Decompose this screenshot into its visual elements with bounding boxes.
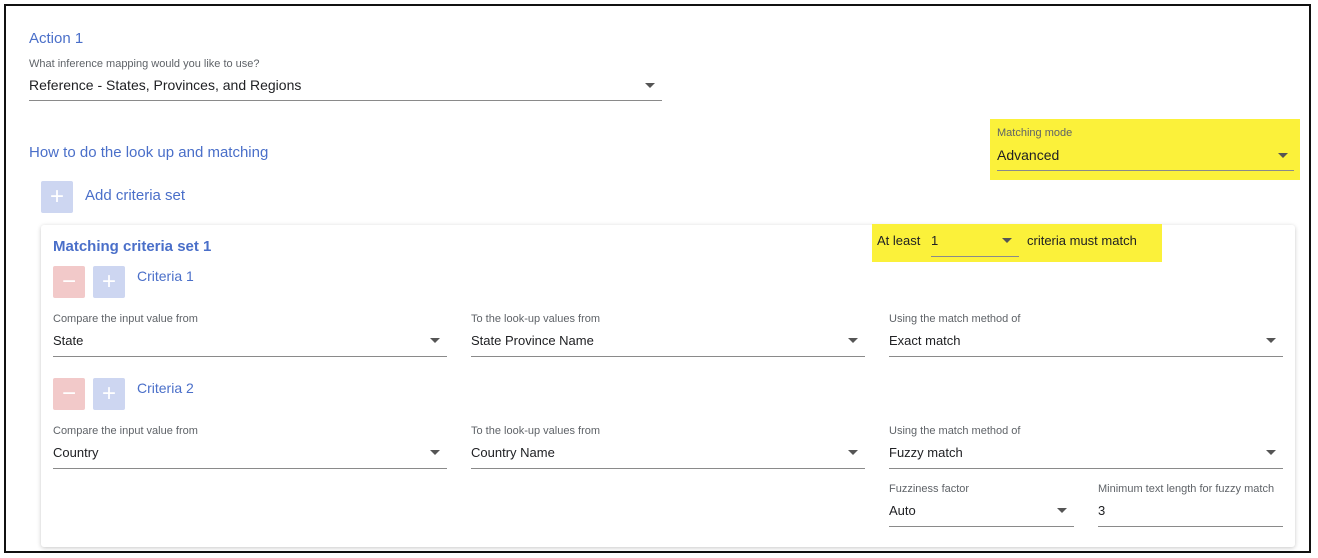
criteria-1-lookup-value: State Province Name <box>471 333 594 348</box>
add-criteria-set-button[interactable]: + <box>41 181 73 213</box>
dropdown-caret-icon <box>430 450 440 455</box>
criteria-1-title: Criteria 1 <box>137 268 194 284</box>
plus-icon: + <box>101 268 116 295</box>
add-criteria-2-button[interactable]: + <box>93 378 125 410</box>
dropdown-caret-icon <box>645 83 655 88</box>
matching-mode-value: Advanced <box>997 147 1060 163</box>
fuzziness-factor-value: Auto <box>889 503 916 518</box>
at-least-label: At least <box>877 233 921 248</box>
at-least-value: 1 <box>931 233 939 248</box>
criteria-1-input-label: Compare the input value from <box>53 313 198 325</box>
fuzziness-factor-select[interactable]: Fuzziness factor Auto <box>889 483 1074 527</box>
criteria-set-title: Matching criteria set 1 <box>53 238 212 255</box>
criteria-1-input-select[interactable]: Compare the input value from State <box>53 313 447 357</box>
min-text-length-value: 3 <box>1098 503 1106 518</box>
criteria-2-title: Criteria 2 <box>137 380 194 396</box>
criteria-2-input-value: Country <box>53 445 99 460</box>
dropdown-caret-icon <box>1266 450 1276 455</box>
criteria-2-lookup-label: To the look-up values from <box>471 425 601 437</box>
criteria-1-lookup-select[interactable]: To the look-up values from State Provinc… <box>471 313 865 357</box>
mapping-label: What inference mapping would you like to… <box>29 58 260 70</box>
min-text-length-label: Minimum text length for fuzzy match <box>1098 483 1275 495</box>
criteria-1-lookup-label: To the look-up values from <box>471 313 601 325</box>
dropdown-caret-icon <box>430 338 440 343</box>
matching-mode-select[interactable]: Matching mode Advanced <box>997 127 1294 171</box>
criteria-1-method-value: Exact match <box>889 333 961 348</box>
criteria-2-lookup-select[interactable]: To the look-up values from Country Name <box>471 425 865 469</box>
criteria-2-method-label: Using the match method of <box>889 425 1021 437</box>
add-criteria-1-button[interactable]: + <box>93 266 125 298</box>
remove-criteria-2-button[interactable]: − <box>53 378 85 410</box>
dropdown-caret-icon <box>1057 508 1067 513</box>
plus-icon: + <box>101 380 116 407</box>
remove-criteria-1-button[interactable]: − <box>53 266 85 298</box>
criteria-2-lookup-value: Country Name <box>471 445 555 460</box>
criteria-1-method-label: Using the match method of <box>889 313 1021 325</box>
action-title: Action 1 <box>29 30 84 47</box>
dropdown-caret-icon <box>1266 338 1276 343</box>
criteria-1-method-select[interactable]: Using the match method of Exact match <box>889 313 1283 357</box>
criteria-2-method-value: Fuzzy match <box>889 445 963 460</box>
min-text-length-field[interactable]: Minimum text length for fuzzy match 3 <box>1098 483 1283 527</box>
criteria-2-method-select[interactable]: Using the match method of Fuzzy match <box>889 425 1283 469</box>
dropdown-caret-icon <box>848 338 858 343</box>
fuzziness-factor-label: Fuzziness factor <box>889 483 970 495</box>
mapping-select[interactable]: Reference - States, Provinces, and Regio… <box>29 74 662 101</box>
must-match-label: criteria must match <box>1027 233 1137 248</box>
dropdown-caret-icon <box>848 450 858 455</box>
at-least-select[interactable]: 1 <box>931 229 1019 257</box>
criteria-2-input-select[interactable]: Compare the input value from Country <box>53 425 447 469</box>
add-criteria-set-label[interactable]: Add criteria set <box>85 187 185 204</box>
matching-mode-label: Matching mode <box>997 127 1073 139</box>
dropdown-caret-icon <box>1002 238 1012 243</box>
mapping-value: Reference - States, Provinces, and Regio… <box>29 77 302 93</box>
criteria-1-input-value: State <box>53 333 84 348</box>
criteria-2-input-label: Compare the input value from <box>53 425 198 437</box>
dropdown-caret-icon <box>1278 153 1288 158</box>
plus-icon: + <box>49 183 64 210</box>
lookup-heading: How to do the look up and matching <box>29 144 269 161</box>
minus-icon: − <box>61 380 76 407</box>
minus-icon: − <box>61 268 76 295</box>
